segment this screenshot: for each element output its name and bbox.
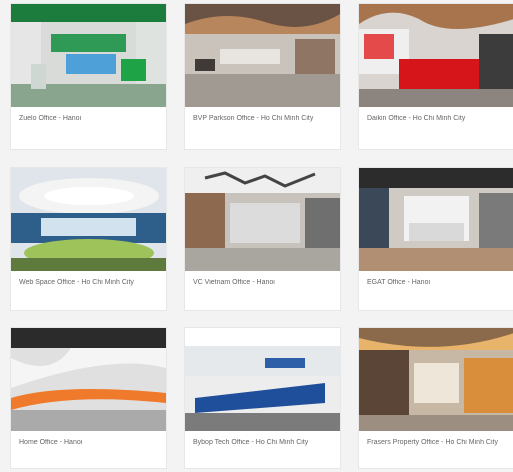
project-caption[interactable]: Web Space Office - Ho Chi Minh City (19, 278, 160, 288)
project-thumbnail[interactable] (11, 328, 166, 431)
project-thumbnail[interactable] (185, 4, 340, 107)
project-caption[interactable]: Home Office - Hanoi (19, 438, 160, 448)
project-card[interactable]: Web Space Office - Ho Chi Minh City (11, 168, 166, 310)
project-gallery: Zuelo Office - Hanoi BVP Parkson Office … (0, 0, 513, 472)
project-card[interactable]: Daikin Office - Ho Chi Minh City (359, 4, 513, 149)
project-caption[interactable]: Frasers Property Office - Ho Chi Minh Ci… (367, 438, 508, 448)
project-card[interactable]: Frasers Property Office - Ho Chi Minh Ci… (359, 328, 513, 468)
project-card[interactable]: VC Vietnam Office - Hanoi (185, 168, 340, 310)
project-caption[interactable]: Daikin Office - Ho Chi Minh City (367, 114, 508, 124)
project-thumbnail[interactable] (359, 328, 513, 431)
project-thumbnail[interactable] (185, 328, 340, 431)
project-caption[interactable]: VC Vietnam Office - Hanoi (193, 278, 334, 288)
project-card[interactable]: Zuelo Office - Hanoi (11, 4, 166, 149)
project-thumbnail[interactable] (185, 168, 340, 271)
project-card[interactable]: Home Office - Hanoi (11, 328, 166, 468)
project-card[interactable]: BVP Parkson Office - Ho Chi Minh City (185, 4, 340, 149)
project-caption[interactable]: BVP Parkson Office - Ho Chi Minh City (193, 114, 334, 124)
project-thumbnail[interactable] (359, 4, 513, 107)
project-caption[interactable]: EGAT Office - Hanoi (367, 278, 508, 288)
project-thumbnail[interactable] (359, 168, 513, 271)
project-thumbnail[interactable] (11, 4, 166, 107)
project-caption[interactable]: Zuelo Office - Hanoi (19, 114, 160, 124)
project-card[interactable]: Bybop Tech Office - Ho Chi Minh City (185, 328, 340, 468)
project-card[interactable]: EGAT Office - Hanoi (359, 168, 513, 310)
project-thumbnail[interactable] (11, 168, 166, 271)
project-caption[interactable]: Bybop Tech Office - Ho Chi Minh City (193, 438, 334, 448)
